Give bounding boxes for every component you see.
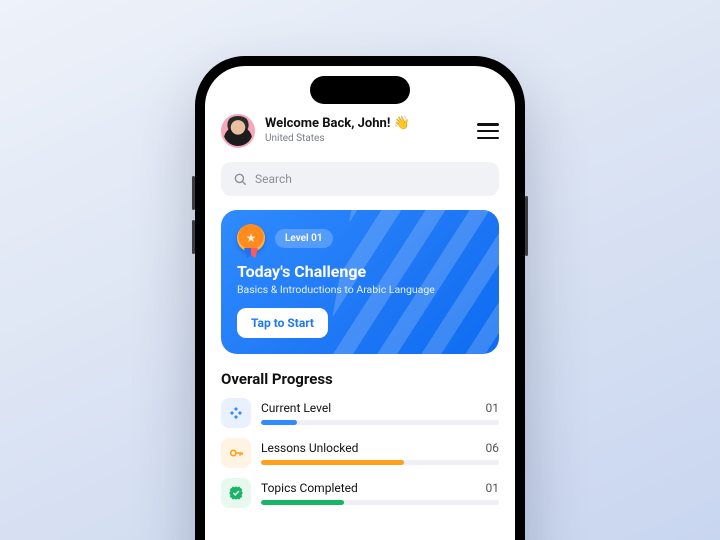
challenge-title: Today's Challenge [237,262,483,281]
start-button[interactable]: Tap to Start [237,308,328,338]
menu-icon[interactable] [477,123,499,139]
progress-label: Current Level [261,401,331,415]
progress-row-current-level: Current Level 01 [221,398,499,428]
level-badge: Level 01 [275,229,333,248]
search-icon [233,172,247,186]
progress-bar [261,460,499,465]
app-header: Welcome Back, John! 👋 United States [221,114,499,148]
search-placeholder: Search [255,172,292,186]
progress-bar [261,500,499,505]
progress-label: Lessons Unlocked [261,441,358,455]
key-icon [221,438,251,468]
phone-frame: Welcome Back, John! 👋 United States Sear… [195,56,525,540]
app-content: Welcome Back, John! 👋 United States Sear… [205,66,515,508]
progress-row-lessons-unlocked: Lessons Unlocked 06 [221,438,499,468]
level-icon [221,398,251,428]
challenge-card[interactable]: Level 01 Today's Challenge Basics & Intr… [221,210,499,354]
medal-icon [237,224,265,252]
location-text: United States [265,133,467,145]
progress-value: 06 [486,441,500,455]
progress-label: Topics Completed [261,481,358,495]
progress-bar [261,420,499,425]
phone-screen: Welcome Back, John! 👋 United States Sear… [205,66,515,540]
search-input[interactable]: Search [221,162,499,196]
progress-row-topics-completed: Topics Completed 01 [221,478,499,508]
check-badge-icon [221,478,251,508]
progress-value: 01 [486,481,500,495]
challenge-subtitle: Basics & Introductions to Arabic Languag… [237,283,483,296]
progress-heading: Overall Progress [221,370,499,388]
greeting-text: Welcome Back, John! 👋 [265,117,467,132]
progress-value: 01 [486,401,500,415]
avatar[interactable] [221,114,255,148]
greeting-block: Welcome Back, John! 👋 United States [265,117,467,144]
dynamic-island [310,76,410,104]
